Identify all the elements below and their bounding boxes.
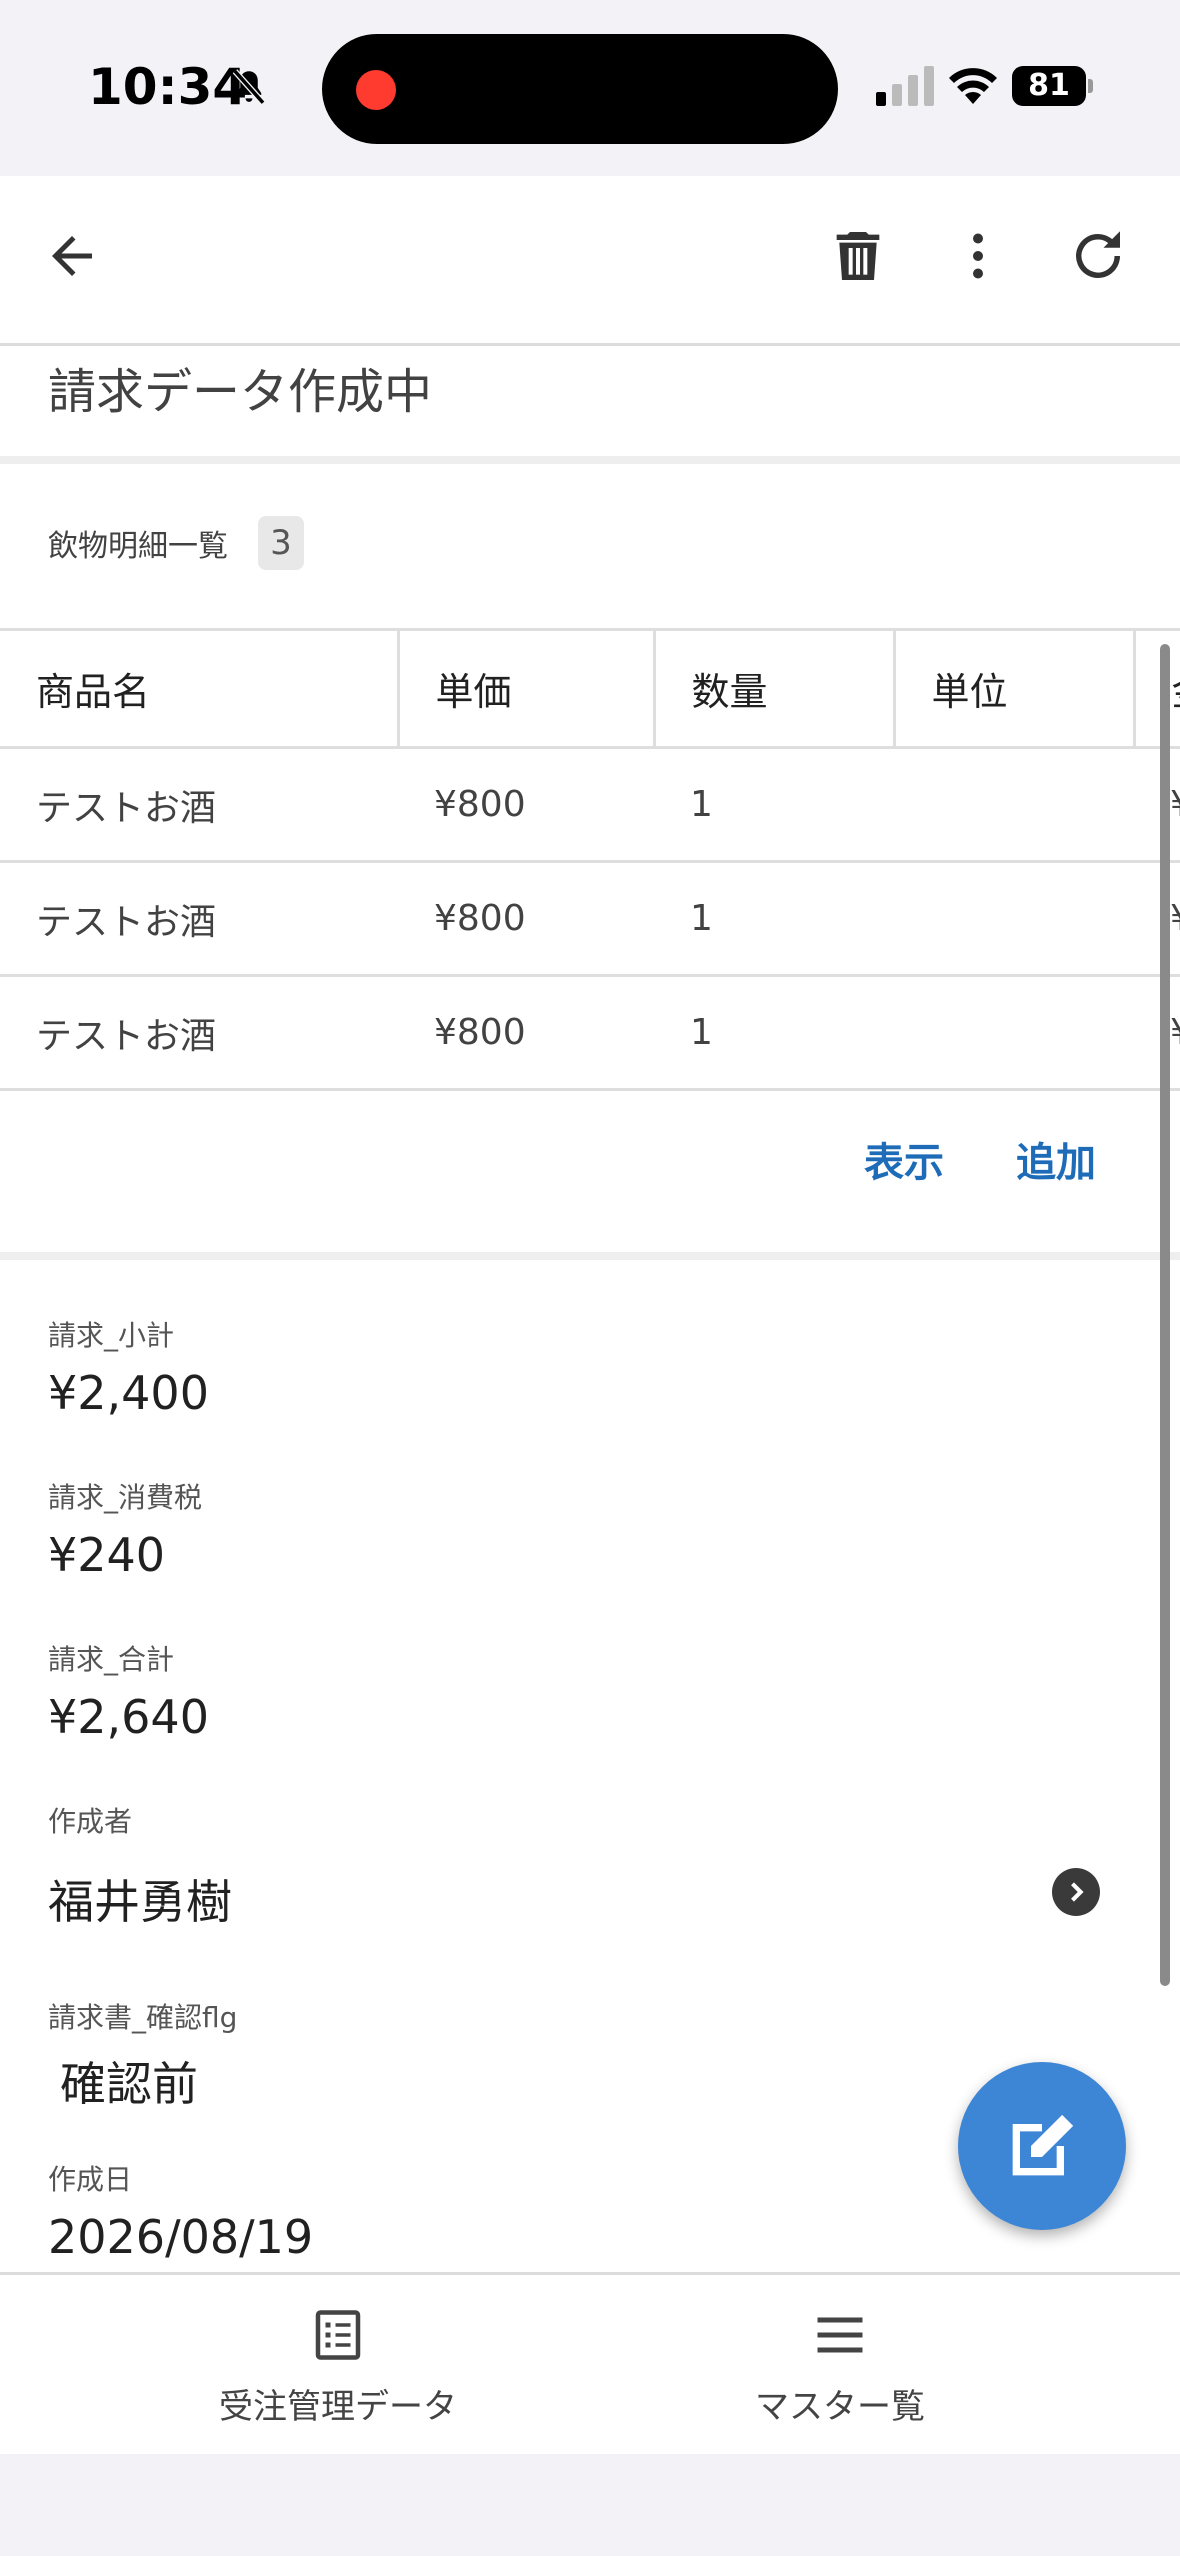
wifi-icon — [949, 68, 997, 104]
cell-quantity: 1 — [654, 746, 894, 862]
table-header-row: 商品名 単価 数量 単位 金 — [0, 628, 1180, 748]
column-header[interactable]: 金 — [1132, 628, 1180, 748]
field-label: 作成者 — [48, 1805, 133, 1838]
detail-content[interactable]: 請求データ作成中 飲物明細一覧 3 商品名 単価 数量 単位 金 テストお酒 ¥… — [0, 346, 1180, 2272]
items-list-actions: 表示 追加 — [864, 1130, 1096, 1188]
refresh-button[interactable] — [1058, 216, 1138, 296]
home-indicator-area — [0, 2454, 1180, 2556]
status-bar: 10:34 81 — [0, 0, 1180, 176]
table-row[interactable]: テストお酒 ¥800 1 ¥ — [0, 746, 1180, 862]
add-button[interactable]: 追加 — [1016, 1130, 1096, 1188]
items-list-title: 飲物明細一覧 — [48, 529, 228, 564]
recording-indicator — [356, 70, 396, 110]
field-total: 請求_合計 ¥2,640 — [48, 1638, 209, 1744]
menu-icon — [817, 2317, 863, 2353]
column-header[interactable]: 単価 — [396, 628, 654, 748]
field-value: 確認前 — [60, 2057, 198, 2111]
field-creator[interactable]: 作成者 福井勇樹 — [48, 1800, 232, 1932]
cell-unit — [894, 746, 1134, 862]
battery-nub — [1088, 79, 1093, 93]
field-created-date: 作成日 2026/08/19 — [48, 2158, 313, 2264]
column-header[interactable]: 数量 — [652, 628, 894, 748]
items-list-header: 飲物明細一覧 3 — [48, 516, 304, 570]
delete-button[interactable] — [818, 216, 898, 296]
edit-icon — [1012, 2114, 1074, 2176]
section-divider — [0, 1252, 1180, 1260]
nav-master-label: マスター覧 — [755, 2387, 925, 2427]
nav-orders-label: 受注管理データ — [219, 2387, 457, 2427]
battery-indicator: 81 — [1012, 66, 1094, 106]
column-header[interactable]: 商品名 — [0, 628, 398, 748]
nav-master[interactable]: マスター覧 — [640, 2305, 1040, 2428]
field-label: 請求書_確認flg — [48, 2001, 238, 2034]
field-label: 請求_消費税 — [48, 1481, 203, 1514]
field-subtotal: 請求_小計 ¥2,400 — [48, 1314, 209, 1420]
field-value: 2026/08/19 — [48, 2210, 314, 2264]
arrow-left-icon — [52, 236, 92, 276]
field-label: 作成日 — [48, 2163, 133, 2196]
items-count-badge: 3 — [258, 516, 304, 570]
more-options-button[interactable] — [938, 216, 1018, 296]
table-row[interactable]: テストお酒 ¥800 1 ¥ — [0, 974, 1180, 1091]
cell-unit — [894, 860, 1134, 976]
dynamic-island — [322, 34, 838, 144]
cell-quantity: 1 — [654, 860, 894, 976]
creator-link-button[interactable] — [1052, 1868, 1100, 1916]
chevron-right-icon — [1071, 1882, 1084, 1902]
field-label: 請求_合計 — [48, 1643, 175, 1676]
cell-unit-price: ¥800 — [398, 860, 654, 976]
cell-product-name: テストお酒 — [0, 974, 398, 1091]
field-tax: 請求_消費税 ¥240 — [48, 1476, 202, 1582]
cell-amount: ¥ — [1134, 974, 1180, 1091]
more-vert-icon — [973, 233, 983, 279]
items-table: 商品名 単価 数量 単位 金 テストお酒 ¥800 1 ¥ テストお酒 ¥800… — [0, 628, 1180, 1091]
table-row[interactable]: テストお酒 ¥800 1 ¥ — [0, 860, 1180, 976]
status-card: 請求データ作成中 — [0, 346, 1180, 464]
cell-unit-price: ¥800 — [398, 974, 654, 1091]
field-confirm-flag: 請求書_確認flg 確認前 — [48, 1996, 237, 2114]
field-value: ¥2,400 — [48, 1366, 209, 1420]
cell-amount: ¥ — [1134, 746, 1180, 862]
list-document-icon — [315, 2310, 361, 2360]
cell-quantity: 1 — [654, 974, 894, 1091]
app-bar — [0, 176, 1180, 346]
nav-orders[interactable]: 受注管理データ — [138, 2305, 538, 2428]
cell-unit — [894, 974, 1134, 1091]
field-value: 福井勇樹 — [48, 1875, 232, 1929]
scrollbar[interactable] — [1160, 644, 1170, 1986]
back-button[interactable] — [32, 216, 112, 296]
cell-amount: ¥ — [1134, 860, 1180, 976]
bottom-navigation: 受注管理データ マスター覧 — [0, 2272, 1180, 2454]
edit-fab-button[interactable] — [958, 2062, 1126, 2230]
refresh-icon — [1076, 231, 1120, 278]
status-time: 10:34 — [88, 58, 248, 116]
record-status: 請求データ作成中 — [48, 364, 433, 420]
bell-muted-icon — [232, 69, 266, 105]
cell-product-name: テストお酒 — [0, 746, 398, 862]
field-value: ¥2,640 — [48, 1690, 209, 1744]
cellular-signal-icon — [876, 66, 934, 106]
show-button[interactable]: 表示 — [864, 1130, 944, 1188]
field-value: ¥240 — [48, 1528, 166, 1582]
battery-level: 81 — [1012, 66, 1086, 106]
trash-icon — [836, 232, 880, 280]
cell-unit-price: ¥800 — [398, 746, 654, 862]
cell-product-name: テストお酒 — [0, 860, 398, 976]
field-label: 請求_小計 — [48, 1319, 175, 1352]
column-header[interactable]: 単位 — [892, 628, 1134, 748]
